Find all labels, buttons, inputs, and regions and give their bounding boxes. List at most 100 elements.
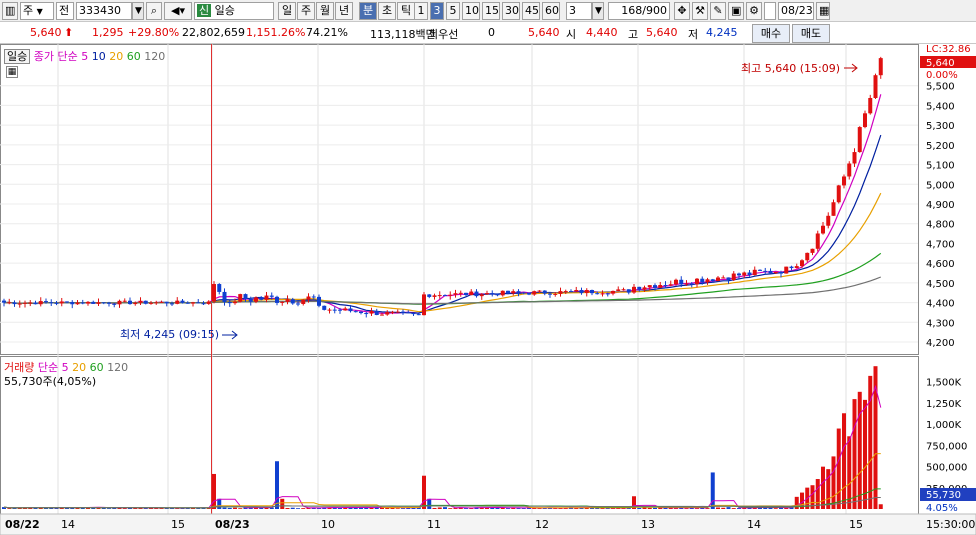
current-price-label: 5,640 (926, 58, 955, 69)
candle-body (54, 302, 59, 304)
candle-body (784, 266, 789, 274)
candle-body (521, 292, 526, 294)
code-input[interactable]: 333430 (76, 2, 132, 20)
price-tick-label: 4,200 (926, 338, 955, 349)
volume-bar (280, 498, 285, 509)
code-dropdown-icon[interactable]: ▼ (132, 2, 144, 20)
candle-body (143, 300, 148, 304)
period-tab-2[interactable]: 월 (316, 2, 334, 20)
period-tab-3[interactable]: 년 (335, 2, 353, 20)
candle-body (112, 303, 117, 305)
period-tab-4[interactable]: 분 (359, 2, 377, 20)
interval-tab-3[interactable]: 3 (430, 2, 444, 20)
volume-bar (285, 508, 290, 509)
candle-body (206, 301, 211, 304)
candle-body (532, 291, 537, 295)
price-tick-label: 5,200 (926, 141, 955, 152)
candle-body (721, 277, 726, 279)
candle-body (831, 202, 836, 216)
tools-icon[interactable]: ⚒ (692, 2, 708, 20)
draw-icon[interactable]: ✎ (710, 2, 726, 20)
candle-body (710, 279, 715, 282)
price-tick-label: 5,500 (926, 82, 955, 93)
price-legend-ma20: 20 (109, 50, 124, 63)
volume-bar (432, 507, 437, 509)
count-field[interactable]: 168/900 (608, 2, 670, 20)
volume-bar (731, 508, 736, 509)
sell-button[interactable]: 매도 (792, 24, 830, 43)
candle-body (44, 301, 48, 303)
table-icon[interactable]: ▦ (6, 66, 18, 78)
layout-icon[interactable]: ▥ (2, 2, 18, 20)
volume-bar (506, 508, 510, 509)
high-value: 5,640 (646, 26, 678, 39)
market-select[interactable]: 주 ▼ (20, 2, 54, 20)
candle-body (826, 215, 831, 226)
interval-tab-15[interactable]: 15 (482, 2, 500, 20)
candle-body (306, 296, 311, 300)
price-legend-name[interactable]: 일승 (4, 49, 31, 64)
x-tick-label: 14 (747, 518, 761, 531)
crosshair-icon[interactable]: ✥ (674, 2, 690, 20)
speaker-icon[interactable]: ◀▾ (164, 2, 192, 20)
interval-dropdown-icon[interactable]: ▼ (592, 2, 604, 20)
candle-body (558, 291, 563, 294)
interval-tab-60[interactable]: 60 (542, 2, 560, 20)
interval-input[interactable]: 3 (566, 2, 592, 20)
x-tick-label: 12 (535, 518, 549, 531)
candle-body (91, 301, 96, 304)
candle-body (343, 308, 348, 311)
volume-bar (637, 508, 642, 509)
volume-bar (233, 507, 237, 509)
buy-button[interactable]: 매수 (752, 24, 790, 43)
interval-tab-1[interactable]: 1 (414, 2, 428, 20)
volume-value: 22,802,659 (182, 26, 245, 39)
candle-body (742, 272, 747, 276)
period-tab-0[interactable]: 일 (278, 2, 296, 20)
period-tab-5[interactable]: 초 (378, 2, 396, 20)
candle-body (327, 309, 332, 311)
interval-tab-10[interactable]: 10 (462, 2, 480, 20)
calendar-icon[interactable]: ▦ (816, 2, 830, 20)
stock-name-field[interactable]: 신 일승 (194, 2, 274, 20)
period-tab-6[interactable]: 틱 (397, 2, 415, 20)
volume-bar (695, 508, 699, 509)
price-tick-label: 4,700 (926, 239, 955, 250)
volume-tick-label: 750,000 (926, 441, 967, 452)
search-icon[interactable]: ⌕ (146, 2, 162, 20)
volume-tick-label: 500,000 (926, 463, 967, 474)
candle-body (632, 286, 636, 293)
interval-tab-45[interactable]: 45 (522, 2, 540, 20)
price-legend: 일승 종가 단순 5 10 20 60 120 (4, 48, 165, 64)
volume-bar (7, 508, 12, 509)
candle-body (726, 277, 731, 281)
candle-body (506, 290, 510, 294)
period-tab-1[interactable]: 주 (297, 2, 315, 20)
interval-tab-5[interactable]: 5 (446, 2, 460, 20)
date-checkbox[interactable] (764, 2, 776, 20)
volume-tick-label: 1,000K (926, 420, 962, 431)
candlestick-chart[interactable]: 5,500 5,400 5,300 5,200 5,100 5,000 4,900 4,800… (0, 44, 976, 535)
save-icon[interactable]: ▣ (728, 2, 744, 20)
candle-body (700, 278, 705, 283)
candle-body (716, 277, 720, 282)
candle-body (752, 269, 757, 276)
volume-bar (238, 508, 243, 509)
candle-body (275, 296, 279, 303)
candle-body (80, 302, 85, 304)
date-field[interactable]: 08/23 (778, 2, 814, 20)
volume-bar (107, 508, 111, 509)
candle-body (458, 292, 463, 294)
candle-body (374, 310, 379, 316)
gear-icon[interactable]: ⚙ (746, 2, 762, 20)
x-tick-label: 14 (61, 518, 75, 531)
candle-body (248, 298, 253, 302)
candle-body (868, 97, 873, 114)
new-badge: 신 (197, 4, 212, 17)
interval-tab-30[interactable]: 30 (502, 2, 520, 20)
best-value: 0 (488, 26, 495, 39)
volume-bar (70, 507, 75, 509)
price-type-select[interactable]: 전 (56, 2, 74, 20)
candle-body (296, 303, 300, 305)
candle-body (96, 302, 101, 304)
